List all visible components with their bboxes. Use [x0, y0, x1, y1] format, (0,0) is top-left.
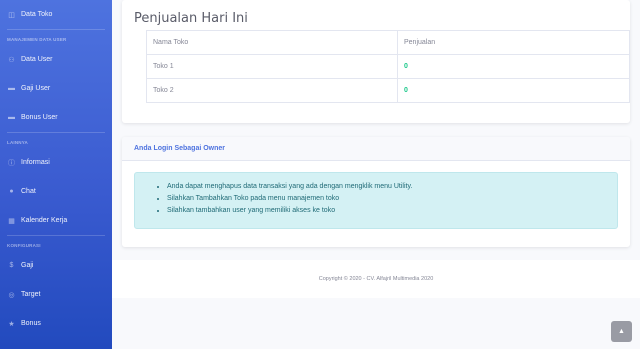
star-icon: ★	[8, 320, 15, 328]
sidebar-item-label: Data User	[21, 56, 53, 63]
cell-toko: Toko 1	[146, 54, 398, 79]
sidebar-heading: MANAJEMEN DATA USER	[7, 37, 67, 42]
notes-list: Anda dapat menghapus data transaksi yang…	[167, 181, 412, 217]
table-row: Toko 1 0	[146, 54, 630, 79]
table-header-row: Nama Toko Penjualan	[146, 30, 630, 55]
sidebar-item-gaji[interactable]: $ Gaji	[0, 251, 112, 280]
copyright-text: Copyright © 2020 - CV. Alfajril Multimed…	[318, 276, 434, 282]
scroll-to-top-button[interactable]: ▲	[611, 321, 632, 342]
users-icon: ⚇	[8, 56, 15, 64]
sidebar-item-label: Data Toko	[21, 11, 53, 18]
owner-card-header: Anda Login Sebagai Owner	[122, 137, 630, 161]
owner-info-card: Anda Login Sebagai Owner Anda dapat meng…	[122, 137, 630, 247]
list-item: Silahkan Tambahkan Toko pada menu manaje…	[167, 193, 412, 205]
sidebar-item-label: Chat	[21, 188, 36, 195]
calendar-icon: ▦	[8, 217, 15, 225]
money-icon: ▬	[8, 114, 15, 121]
money-icon: ▬	[8, 85, 15, 92]
sales-title: Penjualan Hari Ini	[134, 11, 248, 26]
sidebar-item-label: Gaji User	[21, 85, 51, 92]
column-header-penjualan: Penjualan	[397, 30, 630, 55]
sidebar-item-label: Informasi	[21, 159, 50, 166]
sidebar-item-label: Bonus User	[21, 114, 58, 121]
sidebar: ◫ Data Toko MANAJEMEN DATA USER ⚇ Data U…	[0, 0, 112, 349]
chat-icon: ●	[9, 188, 14, 195]
sidebar-item-label: Target	[21, 291, 41, 298]
cell-penjualan: 0	[397, 78, 630, 103]
sidebar-item-label: Gaji	[21, 262, 34, 269]
sidebar-item-gaji-user[interactable]: ▬ Gaji User	[0, 74, 112, 103]
sidebar-item-bonus[interactable]: ★ Bonus	[0, 309, 112, 338]
sales-card: Penjualan Hari Ini Nama Toko Penjualan T…	[122, 0, 630, 123]
main-content: Penjualan Hari Ini Nama Toko Penjualan T…	[112, 0, 640, 349]
sidebar-item-chat[interactable]: ● Chat	[0, 177, 112, 206]
target-icon: ◎	[8, 291, 15, 299]
list-item: Anda dapat menghapus data transaksi yang…	[167, 181, 412, 193]
cell-penjualan: 0	[397, 54, 630, 79]
sidebar-item-target[interactable]: ◎ Target	[0, 280, 112, 309]
sales-table: Nama Toko Penjualan Toko 1 0 Toko 2 0	[146, 30, 630, 103]
cell-toko: Toko 2	[146, 78, 398, 103]
footer: Copyright © 2020 - CV. Alfajril Multimed…	[112, 260, 640, 298]
info-alert: Anda dapat menghapus data transaksi yang…	[134, 172, 618, 229]
sidebar-heading: LAINNYA	[7, 140, 28, 145]
sidebar-item-label: Bonus	[21, 320, 41, 327]
dollar-icon: $	[9, 262, 14, 269]
sidebar-item-informasi[interactable]: ⓘ Informasi	[0, 148, 112, 177]
sidebar-item-kalender-kerja[interactable]: ▦ Kalender Kerja	[0, 206, 112, 235]
sidebar-heading: KONFIGURASI	[7, 243, 41, 248]
column-header-nama-toko: Nama Toko	[146, 30, 398, 55]
sidebar-item-bonus-user[interactable]: ▬ Bonus User	[0, 103, 112, 132]
sidebar-item-label: Kalender Kerja	[21, 217, 68, 224]
sidebar-item-data-toko[interactable]: ◫ Data Toko	[0, 0, 112, 29]
table-row: Toko 2 0	[146, 78, 630, 103]
store-icon: ◫	[8, 11, 15, 19]
sidebar-item-data-user[interactable]: ⚇ Data User	[0, 45, 112, 74]
chevron-up-icon: ▲	[618, 328, 625, 335]
list-item: Silahkan tambahkan user yang memiliki ak…	[167, 205, 412, 217]
info-icon: ⓘ	[8, 159, 15, 167]
